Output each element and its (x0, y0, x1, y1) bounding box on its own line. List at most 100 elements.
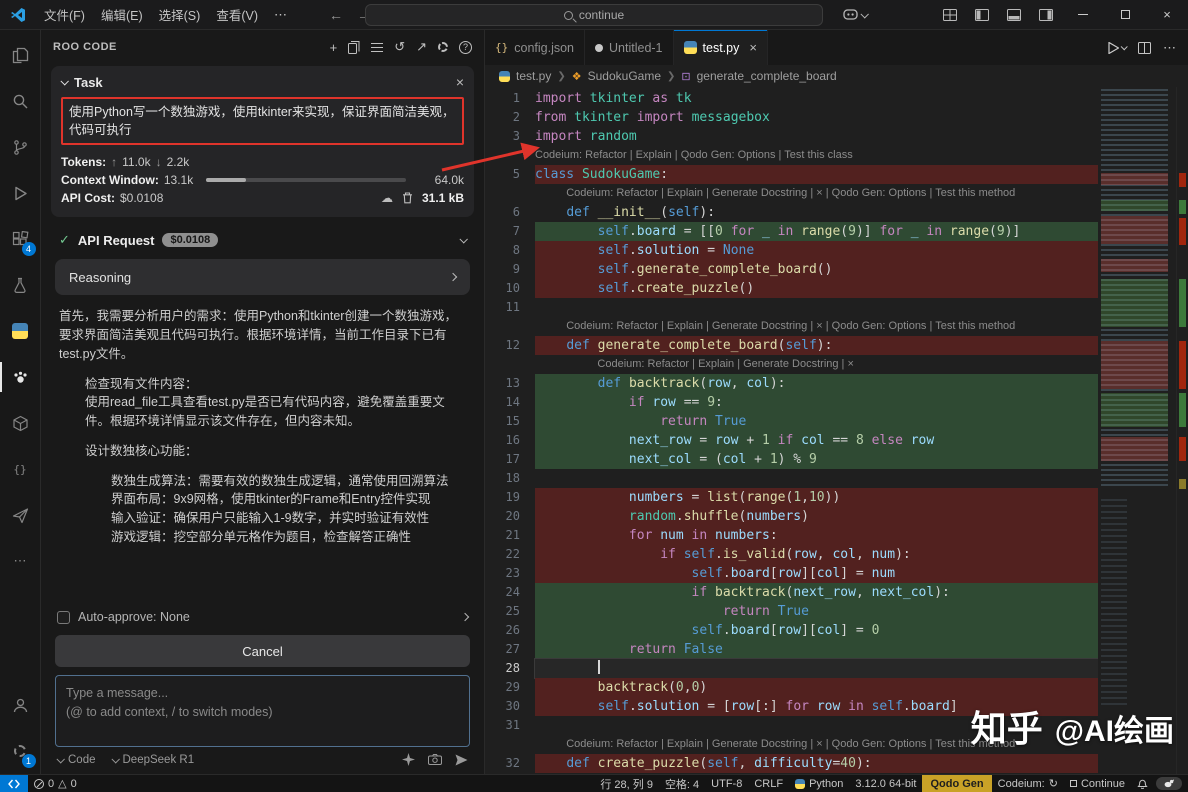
eol-sequence[interactable]: CRLF (748, 775, 789, 792)
python-icon[interactable] (0, 308, 41, 354)
minimize-button[interactable] (1062, 0, 1104, 29)
help-icon[interactable]: ? (459, 41, 472, 54)
code-row[interactable]: 26 self.board[row][col] = 0 (485, 621, 1098, 640)
code-row[interactable]: 20 random.shuffle(numbers) (485, 507, 1098, 526)
codelens-row[interactable]: Codeium: Refactor | Explain | Qodo Gen: … (485, 146, 1098, 165)
rocket-icon[interactable] (0, 492, 41, 538)
code-row[interactable]: 32 def create_puzzle(self, difficulty=40… (485, 754, 1098, 773)
message-input[interactable]: Type a message... (@ to add context, / t… (55, 675, 470, 747)
codelens[interactable]: Codeium: Refactor | Explain | Generate D… (535, 317, 1015, 336)
code-row[interactable]: 17 next_col = (col + 1) % 9 (485, 450, 1098, 469)
toggle-secondary-sidebar-icon[interactable] (1030, 0, 1062, 29)
code-row[interactable]: 12 def generate_complete_board(self): (485, 336, 1098, 355)
indentation[interactable]: 空格: 4 (659, 775, 705, 792)
code-row[interactable]: 25 return True (485, 602, 1098, 621)
settings-icon[interactable] (438, 40, 448, 55)
language-mode[interactable]: Python (789, 775, 849, 792)
continue-status[interactable]: Continue (1064, 775, 1131, 792)
screenshot-icon[interactable] (428, 754, 442, 765)
code-row[interactable]: 28 (485, 659, 1098, 678)
encoding[interactable]: UTF-8 (705, 775, 748, 792)
code-lines[interactable]: 1import tkinter as tk2from tkinter impor… (485, 87, 1098, 774)
collapse-chevron-icon[interactable] (60, 77, 68, 85)
code-row[interactable]: 9 self.generate_complete_board() (485, 260, 1098, 279)
account-icon[interactable] (0, 682, 41, 728)
codelens-row[interactable]: Codeium: Refactor | Explain | Generate D… (485, 355, 1098, 374)
run-button[interactable] (1108, 42, 1126, 54)
back-icon[interactable]: ← (329, 7, 343, 23)
api-request-row[interactable]: ✓ API Request $0.0108 (41, 223, 484, 255)
new-task-icon[interactable]: + (330, 40, 338, 55)
cloud-icon[interactable]: ☁ (381, 191, 393, 205)
codelens[interactable]: Codeium: Refactor | Explain | Generate D… (535, 735, 1015, 754)
codelens-row[interactable]: Codeium: Refactor | Explain | Generate D… (485, 184, 1098, 203)
code-row[interactable]: 11 (485, 298, 1098, 317)
explorer-icon[interactable] (0, 32, 41, 78)
code-row[interactable]: 23 self.board[row][col] = num (485, 564, 1098, 583)
toggle-panel-icon[interactable] (998, 0, 1030, 29)
mcp-servers-icon[interactable] (371, 42, 383, 53)
package-icon[interactable] (0, 400, 41, 446)
extensions-icon[interactable]: 4 (0, 216, 41, 262)
code-row[interactable]: 27 return False (485, 640, 1098, 659)
copilot-button[interactable] (834, 0, 876, 29)
close-tab-icon[interactable]: × (749, 40, 757, 55)
code-row[interactable]: 29 backtrack(0,0) (485, 678, 1098, 697)
roo-status-badge[interactable] (1156, 777, 1182, 790)
history-icon[interactable]: ↺ (394, 39, 405, 55)
code-row[interactable]: 2from tkinter import messagebox (485, 108, 1098, 127)
tab-test-py[interactable]: test.py × (674, 30, 768, 65)
code-row[interactable]: 6 def __init__(self): (485, 203, 1098, 222)
code-row[interactable]: 10 self.create_puzzle() (485, 279, 1098, 298)
testing-icon[interactable] (0, 262, 41, 308)
python-interpreter[interactable]: 3.12.0 64-bit (849, 775, 922, 792)
code-row[interactable]: 1import tkinter as tk (485, 89, 1098, 108)
remote-indicator[interactable] (0, 775, 28, 792)
qodo-gen-status[interactable]: Qodo Gen (922, 775, 991, 792)
command-center-search[interactable]: continue (365, 4, 823, 26)
codelens[interactable]: Codeium: Refactor | Explain | Generate D… (535, 355, 854, 374)
code-row[interactable]: 21 for num in numbers: (485, 526, 1098, 545)
tab-untitled-1[interactable]: Untitled-1 (585, 30, 674, 65)
trash-icon[interactable] (402, 192, 413, 204)
roo-code-icon[interactable] (0, 354, 41, 400)
source-control-icon[interactable] (0, 124, 41, 170)
send-icon[interactable] (455, 754, 468, 766)
search-icon[interactable] (0, 78, 41, 124)
cancel-button[interactable]: Cancel (55, 635, 470, 667)
more-actions-icon[interactable]: ⋯ (1163, 40, 1176, 56)
mode-selector[interactable]: Code (57, 754, 96, 766)
code-row[interactable]: 13 def backtrack(row, col): (485, 374, 1098, 393)
code-row[interactable]: 3import random (485, 127, 1098, 146)
notifications-bell-icon[interactable] (1131, 775, 1154, 792)
codelens[interactable]: Codeium: Refactor | Explain | Qodo Gen: … (535, 146, 853, 165)
prompts-icon[interactable] (348, 41, 360, 54)
code-row[interactable]: 19 numbers = list(range(1,10)) (485, 488, 1098, 507)
settings-gear-icon[interactable]: 1 (0, 728, 41, 774)
code-row[interactable]: 24 if backtrack(next_row, next_col): (485, 583, 1098, 602)
menu-view[interactable]: 查看(V) (208, 5, 266, 24)
close-button[interactable]: × (1146, 0, 1188, 29)
menu-edit[interactable]: 编辑(E) (93, 5, 151, 24)
codelens-row[interactable]: Codeium: Refactor | Explain | Generate D… (485, 317, 1098, 336)
auto-approve-checkbox[interactable] (57, 611, 70, 624)
code-row[interactable]: 7 self.board = [[0 for _ in range(9)] fo… (485, 222, 1098, 241)
menu-file[interactable]: 文件(F) (36, 5, 93, 24)
code-row[interactable]: 18 (485, 469, 1098, 488)
split-editor-icon[interactable] (1138, 42, 1151, 54)
customize-layout-icon[interactable] (934, 0, 966, 29)
enhance-prompt-icon[interactable] (402, 753, 415, 766)
breadcrumb-method[interactable]: generate_complete_board (697, 69, 837, 83)
code-row[interactable]: 14 if row == 9: (485, 393, 1098, 412)
breadcrumb-class[interactable]: SudokuGame (588, 69, 661, 83)
code-row[interactable]: 8 self.solution = None (485, 241, 1098, 260)
problems-indicator[interactable]: 0 △ 0 (28, 775, 83, 792)
reasoning-toggle[interactable]: Reasoning (55, 259, 470, 295)
model-selector[interactable]: DeepSeek R1 (112, 754, 195, 766)
code-row[interactable]: 22 if self.is_valid(row, col, num): (485, 545, 1098, 564)
close-task-icon[interactable]: × (456, 74, 464, 90)
codeium-status[interactable]: Codeium:↻ (992, 775, 1064, 792)
more-views-icon[interactable]: ⋯ (0, 538, 41, 584)
breadcrumb-file[interactable]: test.py (516, 69, 551, 83)
run-debug-icon[interactable] (0, 170, 41, 216)
